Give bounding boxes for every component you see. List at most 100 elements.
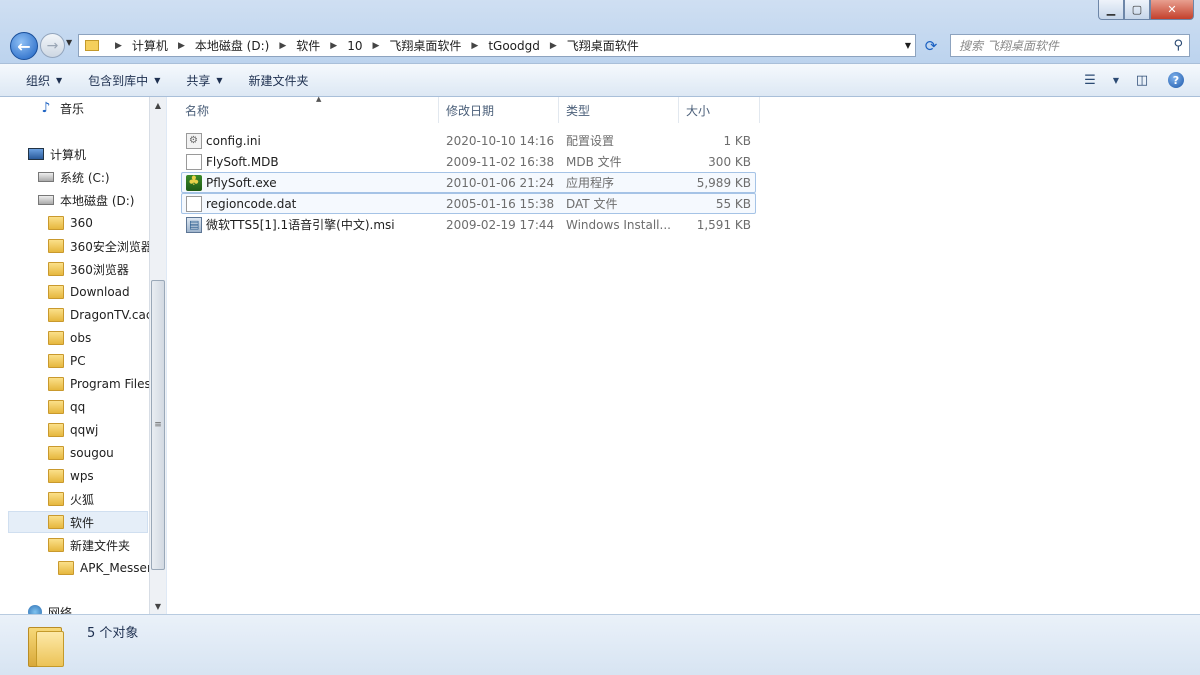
sidebar-item-label: sougou (70, 446, 114, 460)
sidebar-item-folder[interactable]: DragonTV.cach (48, 304, 160, 326)
sidebar-item-folder[interactable]: 新建文件夹 (48, 534, 130, 556)
file-size: 1 KB (723, 133, 751, 148)
sidebar-item-computer[interactable]: 计算机 (28, 143, 86, 165)
search-placeholder: 搜索 飞翔桌面软件 (959, 39, 1059, 53)
sidebar-item-software[interactable]: 软件 (8, 511, 148, 533)
title-bar: ▁ ▢ ✕ ← → ▼ ▶ 计算机 ▶ 本地磁盘 (D:) ▶ 软件 ▶ 10 … (0, 0, 1200, 64)
file-size: 55 KB (715, 196, 751, 211)
file-size: 300 KB (708, 154, 751, 169)
chevron-right-icon[interactable]: ▶ (115, 41, 122, 51)
sidebar-item-label: 计算机 (50, 147, 87, 162)
sidebar-item-music[interactable]: ♪ 音乐 (38, 97, 84, 119)
chevron-right-icon[interactable]: ▶ (279, 41, 286, 51)
recent-pages-chevron-icon[interactable]: ▼ (66, 38, 72, 47)
share-button[interactable]: 共享 ▼ (173, 67, 235, 93)
breadcrumb-item[interactable]: 飞翔桌面软件 (567, 37, 639, 54)
chevron-down-icon: ▼ (154, 75, 161, 85)
sidebar-item-folder[interactable]: Download (48, 281, 130, 303)
column-header-label: 修改日期 (446, 103, 495, 118)
sidebar-item-folder[interactable]: sougou (48, 442, 114, 464)
include-in-library-button[interactable]: 包含到库中 ▼ (75, 67, 173, 93)
file-type: 配置设置 (566, 134, 615, 148)
refresh-icon[interactable]: ⟳ (918, 34, 944, 57)
search-icon[interactable]: ⚲ (1173, 38, 1183, 53)
chevron-right-icon[interactable]: ▶ (178, 41, 185, 51)
file-date: 2009-02-19 17:44 (446, 217, 555, 232)
file-type: DAT 文件 (566, 197, 618, 211)
breadcrumb-item[interactable]: 本地磁盘 (D:) (195, 37, 269, 54)
sidebar-item-folder[interactable]: qq (48, 396, 85, 418)
folder-icon (48, 216, 64, 230)
chevron-down-icon[interactable]: ▼ (1110, 68, 1122, 92)
file-size: 5,989 KB (696, 175, 751, 190)
nav-scrollbar[interactable]: ▲ ≡ ▼ (149, 97, 166, 614)
breadcrumb-item[interactable]: 软件 (296, 37, 320, 54)
sidebar-item-drive-d[interactable]: 本地磁盘 (D:) (38, 189, 134, 211)
sidebar-item-folder[interactable]: 360浏览器 (48, 258, 129, 280)
file-row[interactable]: config.ini 2020-10-10 14:16 配置设置 1 KB (181, 130, 756, 151)
file-type: MDB 文件 (566, 155, 622, 169)
back-arrow-icon[interactable]: ← (10, 32, 38, 60)
view-controls: ☰ ▼ ◫ ? (1076, 68, 1190, 92)
sidebar-item-network[interactable]: 网络 (28, 601, 72, 614)
column-header-type[interactable]: 类型 (559, 97, 679, 123)
installer-icon (186, 216, 202, 233)
view-options-icon[interactable]: ☰ (1076, 68, 1104, 92)
address-history-chevron-icon[interactable]: ▼ (905, 41, 911, 50)
column-header-date[interactable]: 修改日期 (439, 97, 559, 123)
preview-pane-icon[interactable]: ◫ (1128, 68, 1156, 92)
chevron-right-icon[interactable]: ▶ (550, 41, 557, 51)
sidebar-item-label: obs (70, 331, 92, 345)
chevron-right-icon[interactable]: ▶ (471, 41, 478, 51)
column-header-name[interactable]: ▲ 名称 (178, 95, 439, 123)
sidebar-item-folder[interactable]: Program Files (48, 373, 151, 395)
file-row[interactable]: FlySoft.MDB 2009-11-02 16:38 MDB 文件 300 … (181, 151, 756, 172)
sidebar-item-folder[interactable]: 360 (48, 212, 93, 234)
breadcrumb-item[interactable]: 10 (347, 39, 362, 53)
sidebar-item-drive-c[interactable]: 系统 (C:) (38, 166, 110, 188)
breadcrumb-item[interactable]: tGoodgd (488, 39, 540, 53)
sidebar-item-folder[interactable]: obs (48, 327, 91, 349)
scroll-thumb[interactable]: ≡ (151, 280, 165, 570)
file-list[interactable]: ▲ 名称 修改日期 类型 大小 config.ini 2020-10-10 14… (167, 95, 1200, 614)
settings-file-icon (186, 132, 202, 149)
column-header-label: 名称 (185, 103, 210, 118)
new-folder-label: 新建文件夹 (248, 73, 309, 88)
folder-icon (48, 377, 64, 391)
column-header-size[interactable]: 大小 (679, 97, 760, 123)
chevron-right-icon[interactable]: ▶ (330, 41, 337, 51)
maximize-icon[interactable]: ▢ (1124, 0, 1150, 20)
breadcrumb-item[interactable]: 计算机 (132, 37, 168, 54)
sidebar-item-label: 新建文件夹 (70, 538, 131, 553)
close-icon[interactable]: ✕ (1150, 0, 1194, 20)
scroll-up-icon[interactable]: ▲ (150, 97, 166, 113)
sidebar-item-folder[interactable]: 360安全浏览器 (48, 235, 153, 257)
minimize-icon[interactable]: ▁ (1098, 0, 1124, 20)
sidebar-item-folder[interactable]: 火狐 (48, 488, 94, 510)
breadcrumb-item[interactable]: 飞翔桌面软件 (389, 37, 461, 54)
sidebar-item-folder[interactable]: qqwj (48, 419, 98, 441)
forward-arrow-icon[interactable]: → (40, 33, 65, 58)
help-button[interactable]: ? (1162, 68, 1190, 92)
organize-button[interactable]: 组织 ▼ (13, 67, 75, 93)
folder-icon (48, 400, 64, 414)
chevron-right-icon[interactable]: ▶ (372, 41, 379, 51)
search-input[interactable]: 搜索 飞翔桌面软件 ⚲ (950, 34, 1190, 57)
help-icon: ? (1168, 72, 1184, 88)
address-bar[interactable]: ▶ 计算机 ▶ 本地磁盘 (D:) ▶ 软件 ▶ 10 ▶ 飞翔桌面软件 ▶ t… (78, 34, 916, 57)
new-folder-button[interactable]: 新建文件夹 (236, 67, 322, 93)
sidebar-item-label: Program Files (70, 377, 151, 391)
sidebar-item-label: 火狐 (70, 492, 95, 507)
file-row[interactable]: PflySoft.exe 2010-01-06 21:24 应用程序 5,989… (181, 172, 756, 193)
column-header-label: 大小 (686, 103, 711, 118)
scroll-down-icon[interactable]: ▼ (150, 598, 166, 614)
sidebar-item-folder[interactable]: PC (48, 350, 86, 372)
navigation-pane[interactable]: ♪ 音乐 计算机 系统 (C:) 本地磁盘 (D:) 360 360安全浏览器 … (0, 97, 166, 614)
file-row[interactable]: regioncode.dat 2005-01-16 15:38 DAT 文件 5… (181, 193, 756, 214)
folder-icon (48, 515, 64, 529)
sidebar-item-label: qq (70, 400, 86, 414)
file-type: 应用程序 (566, 176, 615, 190)
drive-icon (38, 172, 54, 182)
sidebar-item-folder[interactable]: wps (48, 465, 94, 487)
file-row[interactable]: 微软TTS5[1].1语音引擎(中文).msi 2009-02-19 17:44… (181, 214, 756, 235)
